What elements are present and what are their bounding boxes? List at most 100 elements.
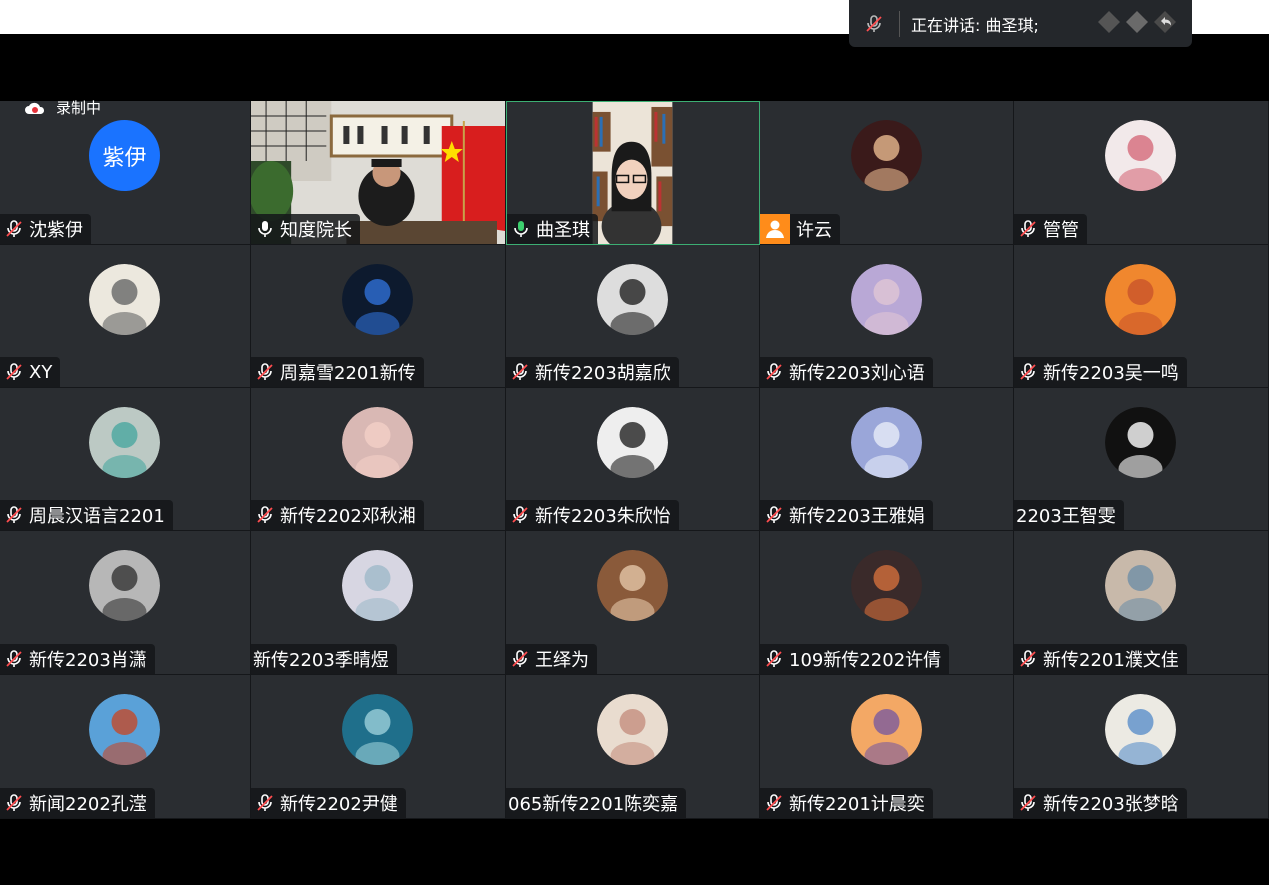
participant-tile[interactable]: 新传2201濮文佳 (1014, 531, 1269, 675)
participant-name: 新传2202尹健 (280, 794, 398, 815)
participant-grid: 紫伊 沈紫伊 知度院长 曲圣琪 许云 管管 XY 周嘉雪2201新传 新传2203胡嘉欣 新传22… (0, 101, 1269, 819)
participant-name: 新传2203王雅娟 (789, 506, 925, 527)
recording-indicator: 录制中 (24, 97, 101, 118)
muted-mic-icon (764, 649, 784, 669)
participant-name: 许云 (796, 220, 832, 241)
diamond-icon[interactable] (1096, 9, 1122, 39)
name-tag: 新传2202邓秋湘 (251, 500, 424, 530)
participant-tile[interactable]: 周晨汉语言2201 (0, 388, 251, 531)
participant-tile[interactable]: 新传2201计晨奕 (760, 675, 1014, 819)
participant-tile[interactable]: 曲圣琪 (506, 101, 760, 245)
participant-name: 109新传2202许倩 (789, 650, 942, 671)
participant-tile[interactable]: 知度院长 (251, 101, 506, 245)
avatar (89, 694, 160, 765)
name-tag: XY (0, 357, 61, 387)
recording-label: 录制中 (56, 99, 102, 117)
name-tag: 新传2203胡嘉欣 (506, 357, 679, 387)
muted-mic-icon (255, 505, 275, 525)
avatar (850, 694, 922, 765)
name-tag: 新传2201计晨奕 (760, 788, 933, 818)
name-tag: 新传2203朱欣怡 (506, 500, 679, 530)
participant-tile[interactable]: 新闻2202孔滢 (0, 675, 251, 819)
avatar (89, 407, 160, 478)
participant-name: 065新传2201陈奕嘉 (508, 794, 679, 815)
avatar (1105, 550, 1176, 621)
name-tag: 新传2203王雅娟 (760, 500, 933, 530)
muted-mic-icon[interactable] (849, 14, 899, 34)
participant-tile[interactable]: 新传2203张梦晗 (1014, 675, 1269, 819)
muted-mic-icon (510, 649, 530, 669)
undo-icon[interactable] (1152, 9, 1178, 39)
muted-mic-icon (4, 219, 24, 239)
name-tag: 新传2203张梦晗 (1014, 788, 1187, 818)
muted-mic-icon (510, 505, 530, 525)
name-tag: 2203王智雯 (1014, 500, 1124, 530)
toolbar-icons (1096, 9, 1178, 39)
avatar (342, 264, 413, 335)
participant-name: 新传2202邓秋湘 (280, 506, 416, 527)
name-tag: 新传2203吴一鸣 (1014, 357, 1187, 387)
name-tag: 新传2201濮文佳 (1014, 644, 1187, 674)
participant-name: 新传2201濮文佳 (1043, 650, 1179, 671)
participant-name: 新传2201计晨奕 (789, 794, 925, 815)
name-tag: 周晨汉语言2201 (0, 500, 173, 530)
participant-tile[interactable]: 新传2203季晴煜 (251, 531, 506, 675)
avatar (850, 120, 922, 191)
avatar (342, 550, 413, 621)
muted-mic-icon (510, 362, 530, 382)
participant-tile[interactable]: XY (0, 245, 251, 388)
name-tag: 109新传2202许倩 (760, 644, 950, 674)
speaking-label: 正在讲话: 曲圣琪; (911, 15, 1039, 35)
participant-tile[interactable]: 新传2203王雅娟 (760, 388, 1014, 531)
participant-name: 周晨汉语言2201 (29, 506, 165, 527)
muted-mic-icon (1018, 649, 1038, 669)
participant-name: 新传2203季晴煜 (253, 650, 389, 671)
participant-tile[interactable]: 2203王智雯 (1014, 388, 1269, 531)
participant-name: 新传2203刘心语 (789, 363, 925, 384)
avatar (1105, 407, 1176, 478)
cloud-record-icon (25, 102, 45, 114)
name-tag: 管管 (1014, 214, 1087, 244)
name-tag: 王绎为 (506, 644, 597, 674)
name-tag: 新传2202尹健 (251, 788, 406, 818)
name-tag: 曲圣琪 (507, 214, 598, 244)
participant-tile[interactable]: 紫伊 沈紫伊 (0, 101, 251, 245)
muted-mic-icon (255, 362, 275, 382)
participant-name: XY (29, 361, 53, 383)
avatar (596, 407, 668, 478)
avatar (1105, 120, 1176, 191)
participant-tile[interactable]: 新传2203胡嘉欣 (506, 245, 760, 388)
participant-tile[interactable]: 新传2203肖潇 (0, 531, 251, 675)
participant-name: 管管 (1043, 220, 1079, 241)
muted-mic-icon (1018, 793, 1038, 813)
participant-name: 沈紫伊 (29, 220, 83, 241)
avatar (850, 407, 922, 478)
muted-mic-icon (764, 505, 784, 525)
participant-tile[interactable]: 新传2203朱欣怡 (506, 388, 760, 531)
participant-tile[interactable]: 新传2202邓秋湘 (251, 388, 506, 531)
avatar (89, 264, 160, 335)
participant-name: 新传2203肖潇 (29, 650, 147, 671)
avatar (850, 550, 922, 621)
participant-tile[interactable]: 周嘉雪2201新传 (251, 245, 506, 388)
avatar (89, 550, 160, 621)
participant-tile[interactable]: 许云 (760, 101, 1014, 245)
name-tag: 新传2203刘心语 (760, 357, 933, 387)
participant-name: 新闻2202孔滢 (29, 794, 147, 815)
muted-mic-icon (4, 793, 24, 813)
participant-tile[interactable]: 109新传2202许倩 (760, 531, 1014, 675)
participant-tile[interactable]: 王绎为 (506, 531, 760, 675)
diamond-icon[interactable] (1124, 9, 1150, 39)
divider (899, 10, 900, 37)
participant-name: 曲圣琪 (536, 220, 590, 241)
participant-name: 2203王智雯 (1016, 506, 1116, 527)
participant-tile[interactable]: 065新传2201陈奕嘉 (506, 675, 760, 819)
muted-mic-icon (4, 505, 24, 525)
participant-tile[interactable]: 新传2203刘心语 (760, 245, 1014, 388)
name-tag: 新传2203肖潇 (0, 644, 155, 674)
participant-tile[interactable]: 新传2202尹健 (251, 675, 506, 819)
name-tag: 周嘉雪2201新传 (251, 357, 424, 387)
participant-tile[interactable]: 管管 (1014, 101, 1269, 245)
participant-tile[interactable]: 新传2203吴一鸣 (1014, 245, 1269, 388)
participant-name: 知度院长 (280, 220, 352, 241)
